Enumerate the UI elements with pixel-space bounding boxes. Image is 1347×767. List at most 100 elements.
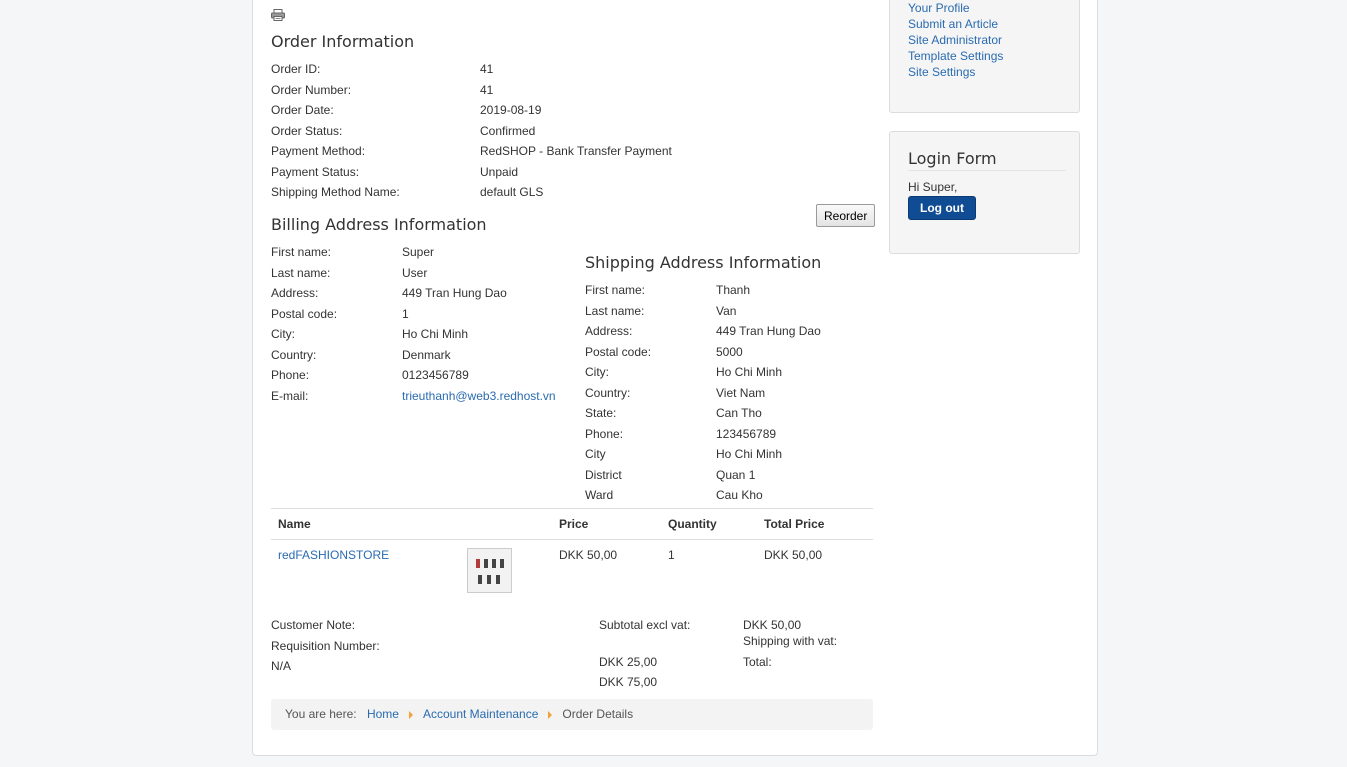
order-info-title: Order Information: [271, 32, 415, 51]
shipping-postal-row: Postal code: 5000: [585, 342, 873, 363]
shipping-title: Shipping Address Information: [585, 253, 822, 272]
shipping-address-label: Address:: [585, 324, 633, 338]
billing-postal-row: Postal code: 1: [271, 304, 571, 325]
menu-site-administrator[interactable]: Site Administrator: [908, 33, 1002, 47]
order-id-value: 41: [480, 62, 494, 76]
shipping-method-label: Shipping Method Name:: [271, 185, 400, 199]
login-form-title: Login Form: [908, 149, 1066, 171]
page-container: Order Information Order ID: 41 Order Numb…: [252, 0, 1098, 756]
billing-phone-row: Phone: 0123456789: [271, 365, 571, 386]
shipping-state-label: State:: [585, 406, 617, 420]
shipping-country-row: Country: Viet Nam: [585, 383, 873, 404]
shipping-first-name-value: Thanh: [716, 283, 751, 297]
column-name-header: Name: [271, 508, 460, 540]
breadcrumb-account-maintenance[interactable]: Account Maintenance: [423, 707, 538, 721]
column-image-header: [460, 508, 552, 540]
order-items-table: Name Price Quantity Total Price redFASHI…: [271, 508, 873, 604]
logout-button[interactable]: Log out: [908, 196, 976, 220]
item-price: DKK 50,00: [559, 548, 618, 562]
shipping-vat-value: DKK 25,00: [599, 655, 658, 669]
column-price-header: Price: [552, 508, 661, 540]
breadcrumb-home[interactable]: Home: [367, 707, 399, 721]
billing-last-name-row: Last name: User: [271, 263, 571, 284]
user-menu-module: Your Profile Submit an Article Site Admi…: [889, 0, 1080, 113]
column-total-header: Total Price: [757, 508, 873, 540]
shipping-last-name-row: Last name: Van: [585, 301, 873, 322]
billing-first-name-value: Super: [402, 245, 435, 259]
shipping-country-value: Viet Nam: [716, 385, 766, 400]
order-date-label: Order Date:: [271, 103, 334, 117]
billing-email-label: E-mail:: [271, 388, 309, 403]
billing-postal-value: 1: [402, 306, 409, 321]
shipping-address-row: Address: 449 Tran Hung Dao: [585, 321, 873, 342]
shipping-list: First name: Thanh Last name: Van Address: 4…: [585, 280, 873, 506]
product-thumbnail[interactable]: [467, 548, 512, 593]
shipping-method-row: Shipping Method Name: default GLS: [271, 182, 873, 203]
billing-email-link[interactable]: trieuthanh@web3.redhost.vn: [402, 386, 556, 407]
shipping-city2-value: Ho Chi Minh: [716, 447, 783, 461]
shipping-phone-label: Phone:: [585, 426, 624, 441]
order-id-row: Order ID: 41: [271, 59, 873, 80]
billing-last-name-value: User: [402, 265, 428, 280]
requisition-value: N/A: [271, 659, 292, 673]
billing-list: First name: Super Last name: User Address:…: [271, 242, 571, 406]
menu-your-profile[interactable]: Your Profile: [908, 1, 970, 15]
table-row: redFASHIONSTORE DKK 50,00 1 DKK 50,00: [271, 540, 873, 605]
shipping-city2-label: City: [585, 447, 606, 461]
shipping-district-value: Quan 1: [716, 467, 756, 482]
order-number-value: 41: [480, 82, 494, 97]
shipping-postal-value: 5000: [716, 344, 743, 359]
payment-status-row: Payment Status: Unpaid: [271, 162, 873, 183]
requisition-label: Requisition Number:: [271, 639, 380, 653]
shipping-district-label: District: [585, 467, 622, 482]
shipping-ward-row: Ward Cau Kho: [585, 485, 873, 506]
shipping-country-label: Country:: [585, 385, 631, 400]
billing-country-row: Country: Denmark: [271, 345, 571, 366]
billing-country-value: Denmark: [402, 347, 451, 362]
billing-phone-value: 0123456789: [402, 368, 469, 382]
breadcrumb-current: Order Details: [562, 707, 634, 721]
product-link[interactable]: redFASHIONSTORE: [278, 548, 389, 562]
menu-submit-article[interactable]: Submit an Article: [908, 17, 998, 31]
billing-postal-label: Postal code:: [271, 306, 338, 321]
reorder-button[interactable]: Reorder: [816, 204, 876, 227]
shipping-address-value: 449 Tran Hung Dao: [716, 324, 821, 338]
breadcrumb-prefix: You are here:: [285, 707, 357, 721]
billing-city-row: City: Ho Chi Minh: [271, 324, 571, 345]
print-icon[interactable]: [271, 9, 285, 21]
shipping-city-label: City:: [585, 365, 609, 379]
payment-method-label: Payment Method:: [271, 144, 366, 158]
shipping-district-row: District Quan 1: [585, 465, 873, 486]
breadcrumb: You are here: Home Account Maintenance Ord…: [271, 699, 873, 730]
shipping-city2-row: City Ho Chi Minh: [585, 444, 873, 465]
main-content: Order Information Order ID: 41 Order Numb…: [271, 0, 876, 749]
menu-site-settings[interactable]: Site Settings: [908, 65, 975, 79]
payment-status-value: Unpaid: [480, 164, 519, 179]
login-form-module: Login Form Hi Super, Log out: [889, 131, 1080, 254]
item-total: DKK 50,00: [764, 548, 823, 562]
login-greeting: Hi Super,: [908, 180, 958, 194]
order-status-value: Confirmed: [480, 123, 536, 138]
total-value: DKK 75,00: [599, 675, 658, 689]
billing-address-row: Address: 449 Tran Hung Dao: [271, 283, 571, 304]
menu-template-settings[interactable]: Template Settings: [908, 49, 1003, 63]
shipping-phone-value: 123456789: [716, 426, 777, 441]
billing-first-name-row: First name: Super: [271, 242, 571, 263]
shipping-vat-label: Shipping with vat:: [743, 634, 838, 648]
billing-first-name-label: First name:: [271, 245, 332, 259]
shipping-postal-label: Postal code:: [585, 344, 652, 359]
order-number-label: Order Number:: [271, 82, 352, 97]
shipping-state-value: Can Tho: [716, 406, 762, 420]
shipping-city-row: City: Ho Chi Minh: [585, 362, 873, 383]
billing-city-label: City:: [271, 327, 295, 341]
shipping-state-row: State: Can Tho: [585, 403, 873, 424]
billing-email-row: E-mail: trieuthanh@web3.redhost.vn: [271, 386, 571, 407]
billing-last-name-label: Last name:: [271, 265, 331, 280]
order-date-row: Order Date: 2019-08-19: [271, 100, 873, 121]
billing-phone-label: Phone:: [271, 368, 310, 382]
shipping-city-value: Ho Chi Minh: [716, 365, 783, 379]
customer-note-label: Customer Note:: [271, 618, 356, 632]
billing-city-value: Ho Chi Minh: [402, 327, 469, 341]
shipping-ward-label: Ward: [585, 488, 614, 502]
breadcrumb-arrow-icon: [408, 711, 413, 719]
